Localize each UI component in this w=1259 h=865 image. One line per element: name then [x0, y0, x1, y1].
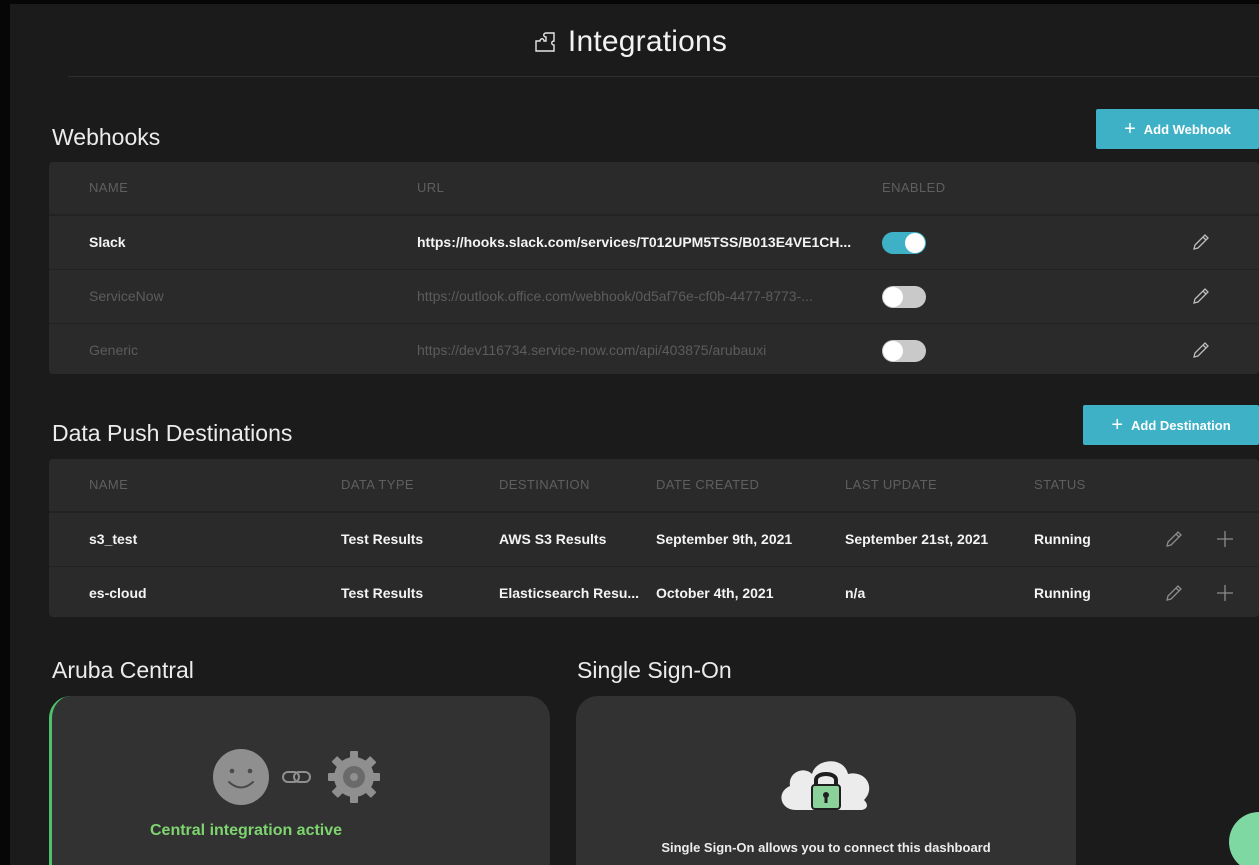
table-row: ServiceNow https://outlook.office.com/we… [49, 269, 1259, 323]
destination-target: AWS S3 Results [499, 531, 607, 547]
table-row: es-cloud Test Results Elasticsearch Resu… [49, 566, 1259, 617]
cloud-lock-icon [774, 754, 878, 816]
destinations-table-header: NAME DATA TYPE DESTINATION DATE CREATED … [49, 459, 1259, 512]
plus-icon[interactable] [1213, 527, 1237, 551]
webhook-name: Slack [89, 234, 126, 250]
enabled-toggle[interactable] [882, 286, 926, 308]
destination-last-update: September 21st, 2021 [845, 531, 989, 547]
edit-icon[interactable] [1162, 581, 1186, 605]
webhook-name: Generic [89, 342, 139, 358]
chat-icon[interactable] [1229, 812, 1259, 865]
plus-icon[interactable] [1213, 581, 1237, 605]
col-destination: DESTINATION [499, 477, 590, 492]
aruba-central-title: Aruba Central [52, 657, 194, 683]
destination-data-type: Test Results [341, 585, 424, 601]
webhook-url: https://hooks.slack.com/services/T012UPM… [417, 234, 852, 250]
destination-date-created: October 4th, 2021 [656, 585, 774, 601]
table-row: s3_test Test Results AWS S3 Results Sept… [49, 512, 1259, 566]
table-row: Slack https://hooks.slack.com/services/T… [49, 215, 1259, 269]
page-title: Integrations [567, 25, 728, 58]
destinations-title: Data Push Destinations [52, 420, 293, 446]
destination-target: Elasticsearch Resu... [499, 585, 640, 601]
left-edge [0, 0, 10, 865]
puzzle-icon [535, 32, 555, 52]
smiley-icon [213, 749, 269, 805]
edit-icon[interactable] [1162, 527, 1186, 551]
central-status: Central integration active [150, 822, 343, 839]
webhooks-title: Webhooks [52, 124, 161, 150]
add-webhook-button[interactable]: + Add Webhook [1096, 109, 1259, 149]
webhooks-table: NAME URL ENABLED Slack https://hooks.sla… [49, 162, 1259, 374]
webhook-url: https://outlook.office.com/webhook/0d5af… [417, 288, 813, 304]
col-name: NAME [89, 180, 129, 195]
webhook-url: https://dev116734.service-now.com/api/40… [417, 342, 767, 358]
destination-name: s3_test [89, 531, 138, 547]
webhooks-table-header: NAME URL ENABLED [49, 162, 1259, 215]
sso-description: Single Sign-On allows you to connect thi… [661, 840, 991, 855]
page-header: Integrations [0, 18, 1259, 66]
gear-icon [328, 751, 380, 803]
edit-icon[interactable] [1189, 284, 1213, 308]
table-row: Generic https://dev116734.service-now.co… [49, 323, 1259, 374]
destination-data-type: Test Results [341, 531, 424, 547]
edit-icon[interactable] [1189, 230, 1213, 254]
top-edge [0, 0, 1259, 4]
plus-icon: + [1111, 414, 1123, 436]
add-destination-button[interactable]: + Add Destination [1083, 405, 1259, 445]
destination-status: Running [1034, 585, 1091, 601]
destination-date-created: September 9th, 2021 [656, 531, 793, 547]
col-name: NAME [89, 477, 129, 492]
destination-status: Running [1034, 531, 1091, 547]
sso-title: Single Sign-On [577, 657, 732, 683]
integrations-page: Integrations Webhooks + Add Webhook NAME… [0, 0, 1259, 865]
col-date-created: DATE CREATED [656, 477, 760, 492]
col-last-update: LAST UPDATE [845, 477, 938, 492]
destinations-table: NAME DATA TYPE DESTINATION DATE CREATED … [49, 459, 1259, 617]
col-data-type: DATA TYPE [341, 477, 414, 492]
col-enabled: ENABLED [882, 180, 946, 195]
destination-last-update: n/a [845, 585, 866, 601]
edit-icon[interactable] [1189, 338, 1213, 362]
col-status: STATUS [1034, 477, 1086, 492]
col-url: URL [417, 180, 445, 195]
header-divider [68, 76, 1259, 77]
webhook-name: ServiceNow [89, 288, 164, 304]
link-icon [282, 771, 311, 783]
plus-icon: + [1124, 118, 1136, 140]
enabled-toggle[interactable] [882, 340, 926, 362]
central-graphic [212, 749, 392, 805]
enabled-toggle[interactable] [882, 232, 926, 254]
add-webhook-label: Add Webhook [1143, 121, 1231, 137]
add-destination-label: Add Destination [1131, 417, 1231, 433]
destination-name: es-cloud [89, 585, 147, 601]
